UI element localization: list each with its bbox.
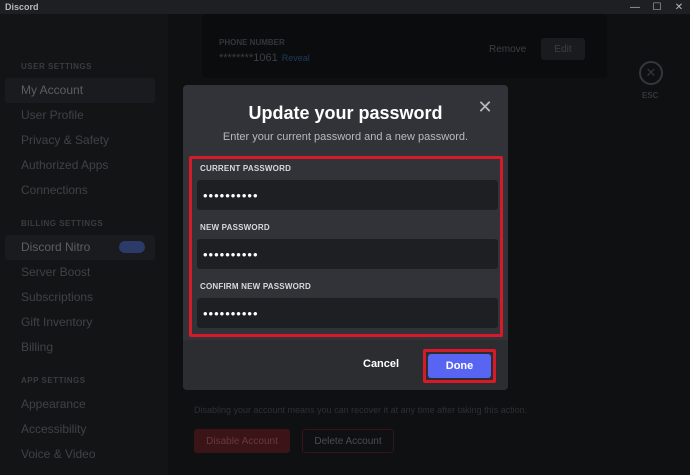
password-fields-highlight: CURRENT PASSWORD •••••••••• NEW PASSWORD… <box>189 156 503 337</box>
phone-number-label: PHONE NUMBER <box>219 38 285 47</box>
modal-footer: Cancel Done <box>183 340 508 390</box>
sidebar-item-discord-nitro[interactable]: Discord Nitro <box>5 235 155 260</box>
remove-phone-button[interactable]: Remove <box>489 44 526 55</box>
sidebar-item-accessibility[interactable]: Accessibility <box>0 417 150 442</box>
app-settings-header: APP SETTINGS <box>21 376 86 385</box>
close-icon[interactable]: ✕ <box>476 98 494 116</box>
user-settings-header: USER SETTINGS <box>21 62 92 71</box>
cancel-button[interactable]: Cancel <box>363 358 399 370</box>
update-password-modal: Update your password ✕ Enter your curren… <box>183 85 508 390</box>
disable-account-note: Disabling your account means you can rec… <box>194 405 528 415</box>
sidebar-item-gift-inventory[interactable]: Gift Inventory <box>0 310 150 335</box>
esc-close-icon[interactable]: ✕ <box>639 61 663 85</box>
delete-account-button[interactable]: Delete Account <box>302 429 394 453</box>
sidebar-item-billing[interactable]: Billing <box>0 335 150 360</box>
sidebar-item-user-profile[interactable]: User Profile <box>0 103 150 128</box>
sidebar-item-my-account[interactable]: My Account <box>5 78 155 103</box>
modal-subtitle: Enter your current password and a new pa… <box>222 131 469 143</box>
sidebar-item-privacy-safety[interactable]: Privacy & Safety <box>0 128 150 153</box>
current-password-label: CURRENT PASSWORD <box>200 164 292 173</box>
title-bar: Discord — ☐ ✕ <box>0 0 690 14</box>
phone-number-card: PHONE NUMBER ********1061 Reveal Remove E… <box>202 14 607 78</box>
maximize-icon[interactable]: ☐ <box>646 0 668 14</box>
esc-label: ESC <box>642 91 659 100</box>
sidebar-item-server-boost[interactable]: Server Boost <box>0 260 150 285</box>
nitro-badge-icon <box>119 241 145 253</box>
sidebar-item-connections[interactable]: Connections <box>0 178 150 203</box>
phone-number-value: ********1061 Reveal <box>219 52 310 64</box>
new-password-input[interactable]: •••••••••• <box>197 239 498 269</box>
sidebar-item-voice-video[interactable]: Voice & Video <box>0 442 150 467</box>
disable-account-button[interactable]: Disable Account <box>194 429 290 453</box>
minimize-icon[interactable]: — <box>624 0 646 14</box>
settings-sidebar: USER SETTINGS My Account User Profile Pr… <box>0 14 168 475</box>
confirm-password-label: CONFIRM NEW PASSWORD <box>200 282 311 291</box>
sidebar-item-authorized-apps[interactable]: Authorized Apps <box>0 153 150 178</box>
confirm-password-input[interactable]: •••••••••• <box>197 298 498 328</box>
done-button-highlight: Done <box>423 349 496 383</box>
sidebar-item-subscriptions[interactable]: Subscriptions <box>0 285 150 310</box>
done-button[interactable]: Done <box>428 354 491 378</box>
modal-title: Update your password <box>248 103 443 123</box>
new-password-label: NEW PASSWORD <box>200 223 270 232</box>
edit-phone-button[interactable]: Edit <box>541 38 585 60</box>
billing-settings-header: BILLING SETTINGS <box>21 219 104 228</box>
reveal-link[interactable]: Reveal <box>282 53 310 63</box>
window-controls: — ☐ ✕ <box>624 0 690 14</box>
app-title: Discord <box>5 2 39 12</box>
close-window-icon[interactable]: ✕ <box>668 0 690 14</box>
sidebar-item-appearance[interactable]: Appearance <box>0 392 150 417</box>
phone-number-text: ********1061 <box>219 52 278 64</box>
sidebar-item-label: Discord Nitro <box>21 240 91 254</box>
current-password-input[interactable]: •••••••••• <box>197 180 498 210</box>
